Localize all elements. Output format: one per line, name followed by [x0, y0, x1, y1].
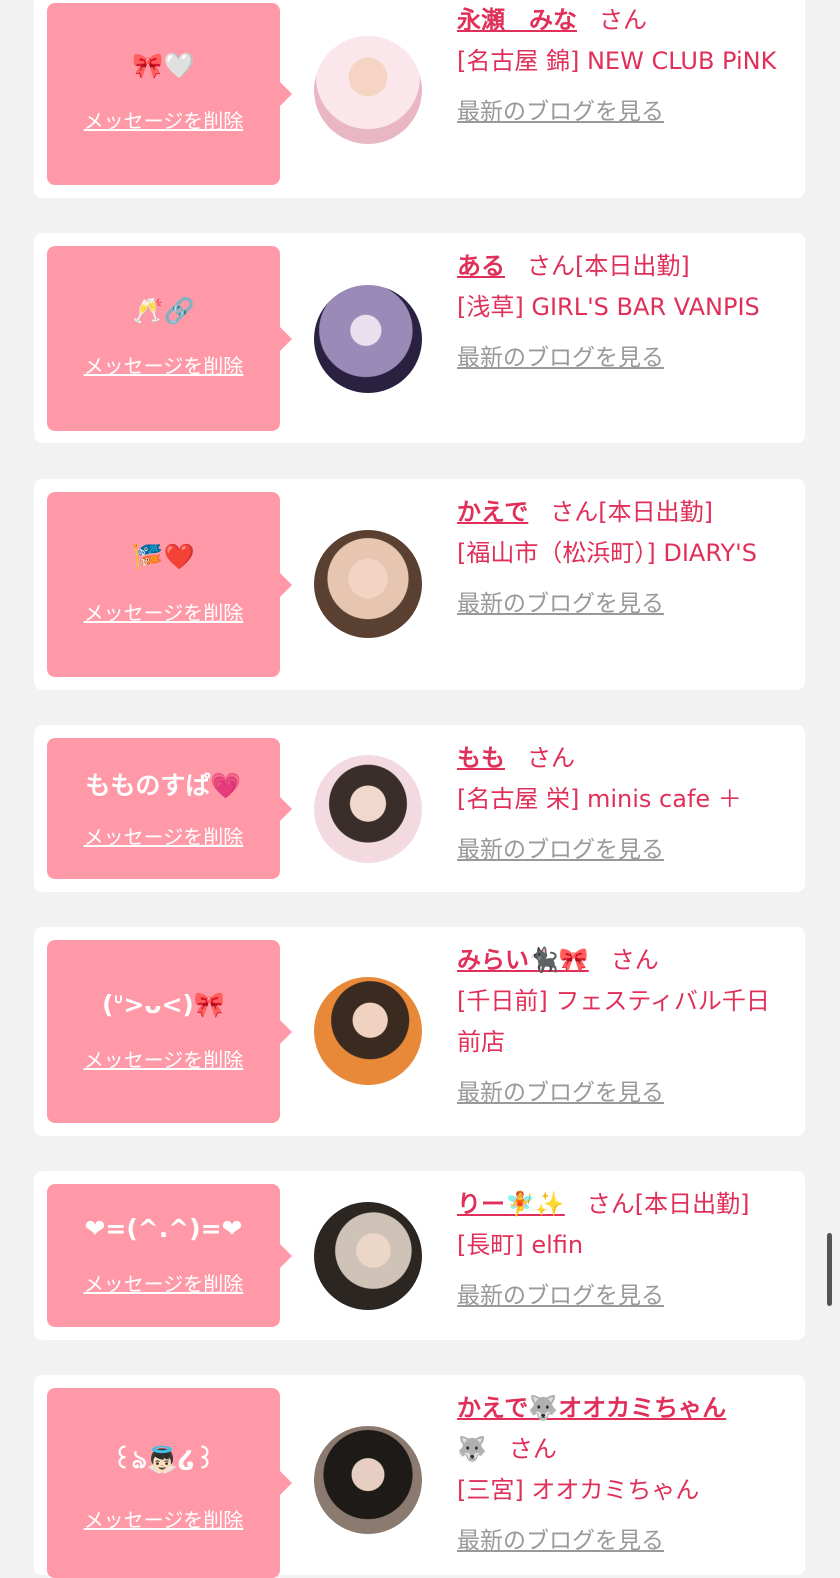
- shop-name: [三宮] オオカミちゃん: [457, 1476, 700, 1504]
- honorific: さん: [610, 946, 659, 974]
- status-badge: [本日出勤]: [575, 252, 690, 280]
- cast-info: かえで さん[本日出勤] [福山市（松浜町）] DIARY'S 最新のブログを見る: [457, 492, 757, 625]
- name-extra: 🐺: [457, 1435, 487, 1463]
- cast-info: りー🧚✨ さん[本日出勤] [長町] elfin 最新のブログを見る: [457, 1184, 802, 1317]
- avatar[interactable]: [314, 1202, 422, 1310]
- cast-name-link[interactable]: もも: [457, 744, 505, 772]
- message-bubble: 🥂🔗 メッセージを削除: [47, 246, 292, 431]
- cast-info: 永瀬 みな さん [名古屋 錦] NEW CLUB PiNK 最新のブログを見る: [457, 0, 797, 133]
- delete-message-link[interactable]: メッセージを削除: [47, 821, 280, 850]
- message-bubble: もものすぱ💗 メッセージを削除: [47, 738, 292, 879]
- cast-name-link[interactable]: 永瀬 みな: [457, 6, 577, 34]
- latest-blog-link[interactable]: 最新のブログを見る: [457, 584, 757, 625]
- shop-name: [福山市（松浜町）] DIARY'S: [457, 539, 757, 567]
- delete-message-link[interactable]: メッセージを削除: [47, 597, 280, 626]
- message-bubble: ꒰ঌ👼🏻໒꒱ メッセージを削除: [47, 1388, 292, 1578]
- message-text: 🥂🔗: [132, 296, 195, 325]
- favorite-card: 🎀🤍 メッセージを削除 永瀬 みな さん [名古屋 錦] NEW CLUB PiN…: [34, 0, 805, 198]
- shop-name: [浅草] GIRL'S BAR VANPIS: [457, 293, 760, 321]
- cast-info: ある さん[本日出勤] [浅草] GIRL'S BAR VANPIS 最新のブログ…: [457, 246, 797, 379]
- favorite-card: 🎏❤️ メッセージを削除 かえで さん[本日出勤] [福山市（松浜町）] DIAR…: [34, 479, 805, 690]
- cast-info: みらい🐈‍⬛🎀 さん [千日前] フェスティバル千日前店 最新のブログを見る: [457, 940, 777, 1114]
- message-text: もものすぱ💗: [85, 771, 242, 800]
- message-bubble: (ᐡ>ᴗ<)🎀 メッセージを削除: [47, 940, 292, 1123]
- honorific: さん: [527, 744, 575, 772]
- message-text: 🎀🤍: [132, 51, 195, 80]
- honorific: さん: [599, 6, 647, 34]
- avatar[interactable]: [314, 755, 422, 863]
- status-badge: [本日出勤]: [598, 498, 714, 526]
- favorite-card: ꒰ঌ👼🏻໒꒱ メッセージを削除 かえで🐺オオカミちゃん 🐺 さん [三宮] オオカ…: [34, 1375, 805, 1578]
- honorific: さん: [550, 498, 599, 526]
- delete-message-link[interactable]: メッセージを削除: [47, 105, 280, 134]
- favorite-card: もものすぱ💗 メッセージを削除 もも さん [名古屋 栄] minis cafe …: [34, 725, 805, 892]
- latest-blog-link[interactable]: 最新のブログを見る: [457, 92, 797, 133]
- cast-name-link[interactable]: かえで: [457, 498, 528, 526]
- latest-blog-link[interactable]: 最新のブログを見る: [457, 338, 797, 379]
- delete-message-link[interactable]: メッセージを削除: [47, 1504, 280, 1533]
- message-text: ꒰ঌ👼🏻໒꒱: [112, 1445, 215, 1474]
- latest-blog-link[interactable]: 最新のブログを見る: [457, 830, 797, 871]
- shop-name: [長町] elfin: [457, 1231, 584, 1259]
- latest-blog-link[interactable]: 最新のブログを見る: [457, 1521, 787, 1562]
- scrollbar-thumb[interactable]: [827, 1233, 832, 1306]
- delete-message-link[interactable]: メッセージを削除: [47, 1268, 280, 1297]
- favorite-card: (ᐡ>ᴗ<)🎀 メッセージを削除 みらい🐈‍⬛🎀 さん [千日前] フェスティバル…: [34, 927, 805, 1136]
- status-badge: [本日出勤]: [634, 1190, 750, 1218]
- cast-name-link[interactable]: りー🧚✨: [457, 1190, 565, 1218]
- cast-name-link[interactable]: ある: [457, 252, 505, 280]
- avatar[interactable]: [314, 285, 422, 393]
- delete-message-link[interactable]: メッセージを削除: [47, 350, 280, 379]
- cast-name-link[interactable]: かえで🐺オオカミちゃん: [457, 1394, 726, 1422]
- favorite-card: ❤=(^.^)=❤ メッセージを削除 りー🧚✨ さん[本日出勤] [長町] elf…: [34, 1171, 805, 1340]
- avatar[interactable]: [314, 977, 422, 1085]
- cast-info: かえで🐺オオカミちゃん 🐺 さん [三宮] オオカミちゃん 最新のブログを見る: [457, 1388, 787, 1562]
- cast-name-link[interactable]: みらい🐈‍⬛🎀: [457, 946, 589, 974]
- cast-info: もも さん [名古屋 栄] minis cafe ＋ 最新のブログを見る: [457, 738, 797, 871]
- shop-name: [名古屋 栄] minis cafe ＋: [457, 785, 742, 813]
- delete-message-link[interactable]: メッセージを削除: [47, 1044, 280, 1073]
- message-bubble: ❤=(^.^)=❤ メッセージを削除: [47, 1184, 292, 1327]
- avatar[interactable]: [314, 530, 422, 638]
- latest-blog-link[interactable]: 最新のブログを見る: [457, 1073, 777, 1114]
- shop-name: [千日前] フェスティバル千日前店: [457, 987, 770, 1056]
- honorific: さん: [527, 252, 575, 280]
- favorite-card: 🥂🔗 メッセージを削除 ある さん[本日出勤] [浅草] GIRL'S BAR V…: [34, 233, 805, 443]
- latest-blog-link[interactable]: 最新のブログを見る: [457, 1276, 802, 1317]
- message-bubble: 🎀🤍 メッセージを削除: [47, 3, 292, 185]
- avatar[interactable]: [314, 1426, 422, 1534]
- message-text: ❤=(^.^)=❤: [84, 1214, 243, 1243]
- honorific: さん: [508, 1435, 557, 1463]
- shop-name: [名古屋 錦] NEW CLUB PiNK: [457, 47, 777, 75]
- message-text: 🎏❤️: [132, 542, 195, 571]
- message-bubble: 🎏❤️ メッセージを削除: [47, 492, 292, 677]
- message-text: (ᐡ>ᴗ<)🎀: [102, 990, 225, 1019]
- honorific: さん: [586, 1190, 635, 1218]
- avatar[interactable]: [314, 36, 422, 144]
